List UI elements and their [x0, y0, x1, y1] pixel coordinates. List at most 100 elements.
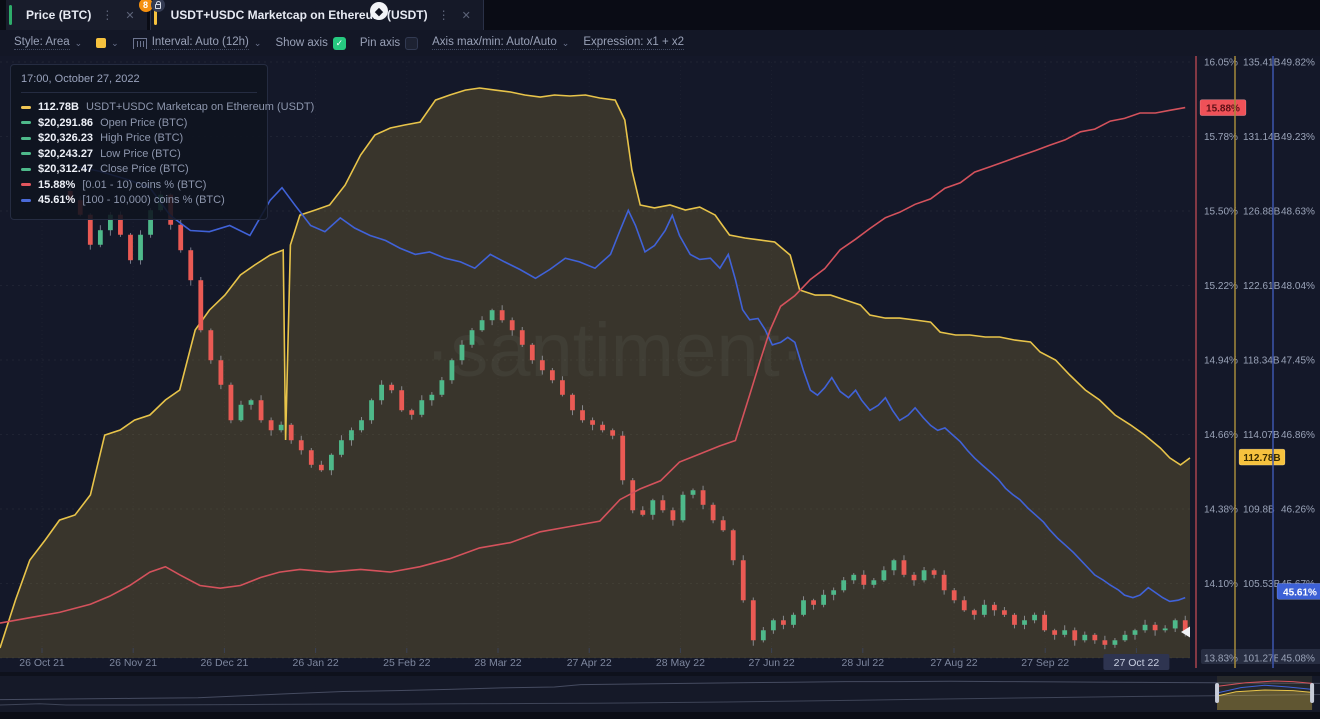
candle [359, 420, 364, 430]
chart-area[interactable]: ·santiment·16.05%15.78%15.50%15.22%14.94… [0, 56, 1320, 672]
chevron-down-icon: ⌄ [254, 38, 262, 49]
candle [188, 250, 193, 280]
axis-tick-label: 126.88B [1243, 207, 1281, 218]
axis-maxmin-dropdown[interactable]: Axis max/min: Auto/Auto ⌄ [432, 36, 569, 50]
candle [1173, 620, 1178, 628]
candle [1012, 615, 1017, 625]
candle [259, 400, 264, 420]
axis-tick-label: 46.26% [1281, 505, 1315, 516]
candle [510, 320, 515, 330]
show-axis-toggle[interactable]: Show axis ✓ [275, 37, 345, 50]
x-axis-label: 28 Jul 22 [841, 657, 884, 669]
candle [600, 425, 605, 430]
legend-series-value: 15.88% [38, 179, 75, 191]
legend-item: 15.88%[0.01 - 10) coins % (BTC) [21, 179, 257, 191]
expression-control[interactable]: Expression: x1 + x2 [583, 36, 684, 50]
candle [198, 280, 203, 330]
candle [952, 590, 957, 600]
candle [379, 385, 384, 400]
legend-series-dash [21, 152, 31, 155]
candle [439, 380, 444, 395]
candle [932, 570, 937, 575]
chevron-down-icon: ⌄ [75, 38, 83, 49]
candle [1032, 615, 1037, 620]
show-axis-checkbox[interactable]: ✓ [333, 37, 346, 50]
legend-item: $20,243.27Low Price (BTC) [21, 148, 257, 160]
navigator-chart [0, 676, 1320, 712]
legend-series-label: USDT+USDC Marketcap on Ethereum (USDT) [86, 101, 314, 113]
x-axis-label: 27 Oct 22 [1114, 657, 1160, 669]
candle [711, 505, 716, 520]
legend-series-value: $20,243.27 [38, 148, 93, 160]
candle [269, 420, 274, 430]
legend-item: 112.78BUSDT+USDC Marketcap on Ethereum (… [21, 101, 257, 113]
candle [610, 430, 615, 435]
candle [821, 595, 826, 605]
candle [299, 440, 304, 450]
legend-series-dash [21, 106, 31, 109]
candle [1022, 620, 1027, 625]
candle [570, 395, 575, 410]
legend-series-dash [21, 183, 31, 186]
tab-menu-icon[interactable]: ⋮ [99, 8, 115, 22]
candle [1163, 628, 1168, 630]
candle [349, 430, 354, 440]
legend-series-value: 45.61% [38, 194, 75, 206]
axis-tick-label: 14.66% [1204, 430, 1238, 441]
candle [520, 330, 525, 345]
tab-menu-icon[interactable]: ⋮ [436, 8, 452, 22]
candle [389, 385, 394, 390]
time-range-navigator[interactable] [0, 676, 1320, 712]
axis-tick-label: 13.83% [1204, 654, 1238, 665]
candle [470, 330, 475, 345]
tab-close-icon[interactable]: ✕ [460, 9, 473, 22]
pin-axis-toggle[interactable]: Pin axis [360, 37, 418, 50]
tab-usdt-usdc-marketcap[interactable]: 8 USDT+USDC Marketcap on Ethereum (USDT)… [151, 0, 483, 30]
candle [590, 420, 595, 425]
candle [962, 600, 967, 610]
nav-drag-handle[interactable] [1310, 683, 1314, 703]
candle [811, 600, 816, 605]
candle [279, 425, 284, 430]
series-color-swatch [96, 38, 106, 48]
axis-tick-label: 109.8B [1243, 505, 1275, 516]
axis-tick-label: 46.86% [1281, 430, 1315, 441]
tab-close-icon[interactable]: ✕ [123, 9, 136, 22]
expression-label: Expression: x1 + x2 [583, 36, 684, 50]
candle [540, 360, 545, 370]
candle [972, 610, 977, 615]
style-label: Style: Area [14, 36, 70, 50]
tab-title: Price (BTC) [18, 8, 91, 22]
chevron-down-icon: ⌄ [111, 38, 119, 49]
candle [922, 570, 927, 580]
axis-tick-label: 14.10% [1204, 579, 1238, 590]
explore-diamond-button[interactable]: ◆ [370, 2, 388, 20]
axis-tick-label: 15.22% [1204, 281, 1238, 292]
candle [178, 225, 183, 250]
candle [580, 410, 585, 420]
legend-series-value: 112.78B [38, 101, 79, 113]
axis-tick-label: 49.23% [1281, 132, 1315, 143]
candle [490, 310, 495, 320]
pin-axis-checkbox[interactable] [405, 37, 418, 50]
color-swatch-dropdown[interactable]: ⌄ [96, 38, 119, 49]
candle [1123, 635, 1128, 640]
axis-tick-label: 48.63% [1281, 207, 1315, 218]
footer-bar [0, 712, 1320, 719]
axis-tick-label: 15.78% [1204, 132, 1238, 143]
candle [550, 370, 555, 380]
candle [239, 405, 244, 420]
tab-price-btc[interactable]: Price (BTC) ⋮ ✕ [6, 0, 147, 30]
x-axis-label: 26 Oct 21 [19, 657, 65, 669]
x-axis-label: 27 Sep 22 [1021, 657, 1069, 669]
candle [399, 390, 404, 410]
interval-dropdown[interactable]: Interval: Auto (12h) ⌄ [133, 36, 262, 50]
candle [640, 510, 645, 515]
style-dropdown[interactable]: Style: Area ⌄ [14, 36, 82, 50]
axis-tick-label: 14.94% [1204, 356, 1238, 367]
candle [902, 560, 907, 575]
lock-icon [151, 0, 165, 12]
candle [731, 530, 736, 560]
nav-drag-handle[interactable] [1215, 683, 1219, 703]
axis-tick-label: 118.34B [1243, 356, 1280, 367]
